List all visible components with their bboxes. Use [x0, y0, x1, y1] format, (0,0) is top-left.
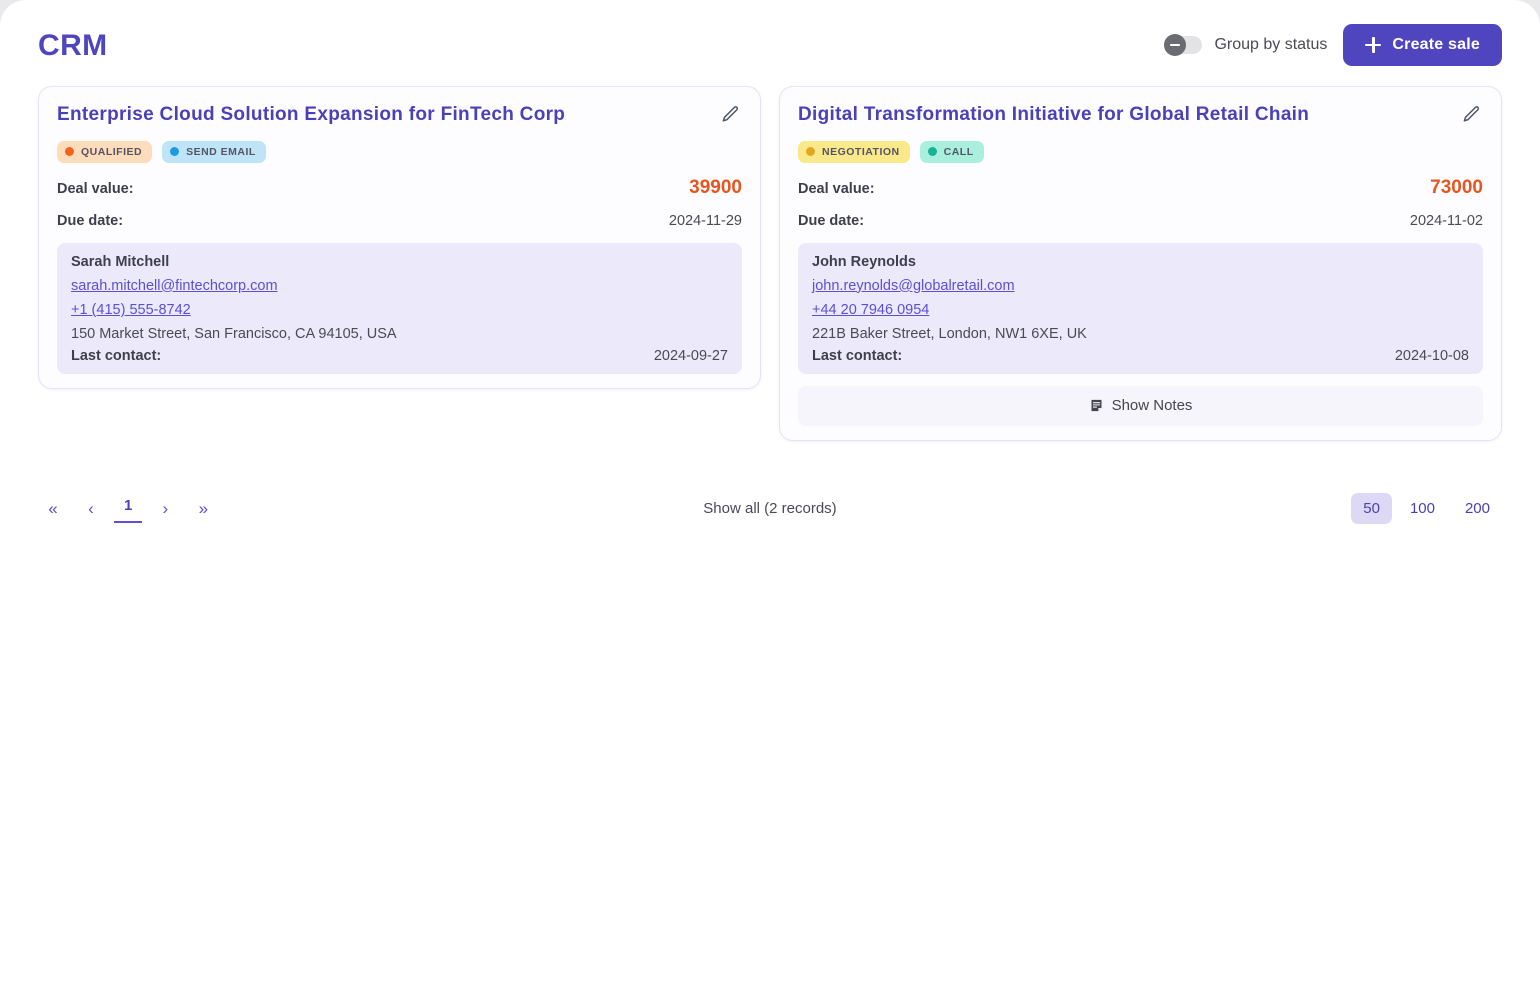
badge-label: SEND EMAIL — [186, 145, 256, 158]
contact-block: John Reynolds john.reynolds@globalretail… — [798, 242, 1483, 374]
deal-card: Digital Transformation Initiative for Gl… — [779, 86, 1502, 441]
edit-deal-button[interactable] — [1460, 103, 1483, 124]
due-date-row: Due date: 2024-11-29 — [57, 213, 742, 229]
contact-address: 221B Baker Street, London, NW1 6XE, UK — [812, 325, 1087, 342]
deal-value: 73000 — [1430, 176, 1483, 198]
badge-dot-icon — [65, 147, 74, 157]
contact-address: 150 Market Street, San Francisco, CA 941… — [71, 325, 397, 342]
header-actions: Group by status Create sale — [1164, 20, 1502, 66]
pagination-controls: « ‹ 1 › » — [38, 494, 218, 524]
last-contact-row: Last contact: 2024-10-08 — [812, 348, 1469, 364]
deal-cards-row: Enterprise Cloud Solution Expansion for … — [0, 86, 1540, 441]
edit-deal-button[interactable] — [719, 103, 742, 124]
status-badge[interactable]: QUALIFIED — [57, 140, 153, 163]
pencil-icon — [1463, 106, 1480, 122]
deal-title: Enterprise Cloud Solution Expansion for … — [57, 104, 566, 125]
last-contact-value: 2024-10-08 — [1394, 347, 1469, 364]
last-contact-label: Last contact: — [812, 347, 903, 364]
page-size-100[interactable]: 100 — [1398, 493, 1447, 524]
note-icon — [1091, 400, 1102, 412]
app-viewport: CRM Group by status Create sale Enterpri… — [0, 0, 1540, 1000]
contact-phone-link[interactable]: +1 (415) 555-8742 — [71, 302, 191, 318]
badge-dot-icon — [806, 147, 815, 157]
page-size-selector: 50 100 200 — [1351, 493, 1502, 525]
deal-value-label: Deal value: — [798, 180, 875, 197]
last-contact-row: Last contact: 2024-09-27 — [71, 348, 728, 364]
status-badge[interactable]: SEND EMAIL — [162, 140, 266, 163]
app-header: CRM Group by status Create sale — [0, 0, 1540, 86]
due-date-value: 2024-11-02 — [1409, 212, 1483, 229]
create-sale-button[interactable]: Create sale — [1343, 24, 1502, 66]
status-badges: NEGOTIATION CALL — [798, 140, 1483, 163]
deal-title: Digital Transformation Initiative for Gl… — [798, 104, 1310, 125]
next-page-button[interactable]: › — [150, 494, 180, 524]
card-header: Enterprise Cloud Solution Expansion for … — [57, 103, 742, 127]
show-all-records: Show all (2 records) — [0, 500, 1540, 517]
due-date-label: Due date: — [57, 212, 124, 229]
status-badge[interactable]: CALL — [919, 140, 984, 163]
last-page-button[interactable]: » — [188, 494, 218, 524]
badge-dot-icon — [927, 147, 937, 157]
page-size-200[interactable]: 200 — [1453, 493, 1502, 524]
status-badge[interactable]: NEGOTIATION — [798, 140, 910, 163]
deal-card: Enterprise Cloud Solution Expansion for … — [38, 86, 761, 389]
pagination-bar: « ‹ 1 › » Show all (2 records) 50 100 20… — [0, 485, 1540, 533]
deal-value-label: Deal value: — [57, 180, 134, 197]
badge-label: QUALIFIED — [81, 145, 143, 158]
show-all-label[interactable]: Show all (2 records) — [703, 500, 836, 517]
contact-name: Sarah Mitchell — [71, 253, 170, 270]
toggle-knob — [1164, 34, 1187, 56]
badge-label: NEGOTIATION — [822, 145, 900, 158]
due-date-label: Due date: — [798, 212, 865, 229]
group-by-status-label: Group by status — [1214, 36, 1328, 53]
card-header: Digital Transformation Initiative for Gl… — [798, 103, 1483, 127]
page-number-1[interactable]: 1 — [114, 494, 143, 524]
pencil-icon — [722, 106, 739, 122]
deal-value-row: Deal value: 73000 — [798, 177, 1483, 199]
contact-phone-link[interactable]: +44 20 7946 0954 — [812, 302, 929, 318]
create-sale-label: Create sale — [1392, 36, 1480, 53]
due-date-row: Due date: 2024-11-02 — [798, 213, 1483, 229]
plus-icon — [1365, 37, 1382, 53]
prev-page-button[interactable]: ‹ — [76, 494, 106, 524]
show-notes-label: Show Notes — [1111, 397, 1193, 415]
group-by-status-toggle[interactable]: Group by status — [1164, 34, 1328, 56]
show-notes-button[interactable]: Show Notes — [798, 385, 1483, 426]
last-contact-label: Last contact: — [71, 347, 162, 364]
contact-email-link[interactable]: sarah.mitchell@fintechcorp.com — [71, 278, 278, 294]
deal-value-row: Deal value: 39900 — [57, 177, 742, 199]
badge-dot-icon — [170, 147, 180, 157]
last-contact-value: 2024-09-27 — [653, 347, 728, 364]
status-badges: QUALIFIED SEND EMAIL — [57, 140, 742, 163]
due-date-value: 2024-11-29 — [668, 212, 742, 229]
page-size-50[interactable]: 50 — [1351, 493, 1392, 525]
first-page-button[interactable]: « — [38, 494, 68, 524]
badge-label: CALL — [943, 145, 974, 158]
contact-name: John Reynolds — [812, 253, 916, 270]
toggle-track[interactable] — [1164, 34, 1203, 56]
contact-block: Sarah Mitchell sarah.mitchell@fintechcor… — [57, 242, 742, 374]
app-title: CRM — [38, 29, 108, 62]
deal-value: 39900 — [689, 176, 742, 198]
contact-email-link[interactable]: john.reynolds@globalretail.com — [812, 278, 1015, 294]
